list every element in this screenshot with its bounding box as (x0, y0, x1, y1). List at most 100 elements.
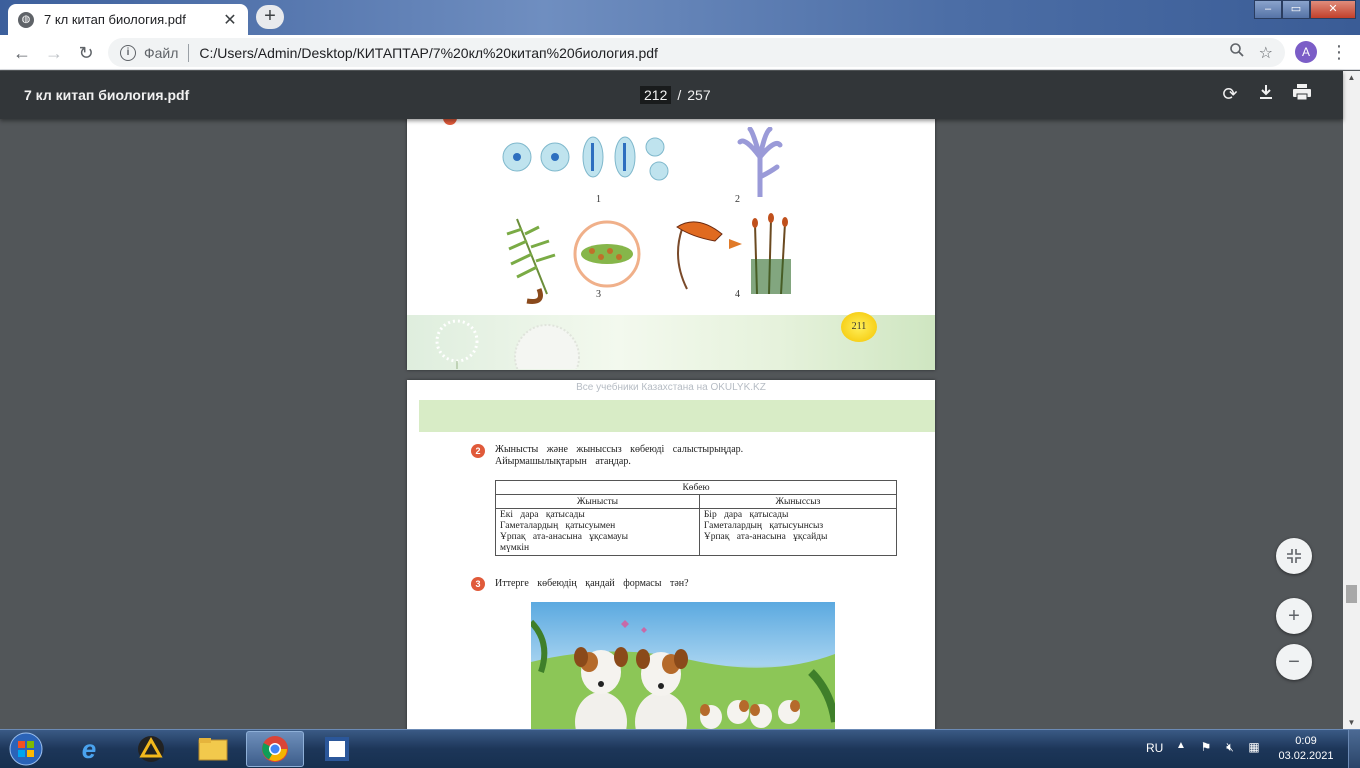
clock-date: 03.02.2021 (1278, 750, 1334, 762)
fern-illustration (506, 218, 641, 304)
flag-icon[interactable]: ⚑ (1198, 740, 1214, 756)
current-page-input[interactable]: 212 (640, 86, 672, 104)
show-desktop-button[interactable] (1348, 730, 1360, 768)
dandelion-illustration (435, 319, 479, 369)
browser-toolbar: ← → ↻ i Файл C:/Users/Admin/Desktop/КИТА… (0, 35, 1360, 70)
table-line: Бір дара қатысады (703, 510, 789, 520)
table-line: Гаметалардың қатысуымен (500, 521, 616, 531)
window-controls: – ▭ ✕ (1254, 0, 1356, 20)
volume-muted-icon[interactable]: 🔇︎ (1222, 740, 1238, 756)
reload-icon: ↻ (78, 43, 94, 63)
print-icon[interactable] (1291, 83, 1313, 105)
download-icon[interactable] (1255, 83, 1277, 105)
scrollbar-thumb[interactable] (1346, 585, 1357, 603)
figure-label-1: 1 (596, 194, 601, 205)
table-col-right: Жыныссыз (698, 494, 898, 509)
table-line: Ұрпақ ата-анасына ұқсамауы (500, 532, 629, 542)
pdf-page-current: Все учебники Казахстана на OKULYK.KZ 2 Ж… (407, 380, 935, 729)
pdf-viewer[interactable]: 1 2 3 4 211 Все учебники Казахстана на O… (0, 119, 1343, 729)
info-icon[interactable]: i (120, 44, 136, 61)
scheme-label: Файл (144, 44, 179, 61)
start-button[interactable] (4, 731, 48, 767)
dogs-illustration (531, 602, 835, 729)
zoom-icon[interactable] (1229, 42, 1245, 63)
taskbar-explorer[interactable] (184, 731, 242, 767)
language-indicator[interactable]: RU (1146, 741, 1163, 755)
table-header: Көбею (495, 480, 897, 495)
scroll-up-icon[interactable]: ▲ (1343, 73, 1360, 82)
clock[interactable]: 0:09 03.02.2021 (1276, 734, 1336, 764)
figure-label-3: 3 (596, 289, 601, 300)
question-2-line-2: Айырмашылықтарын атаңдар. (495, 456, 631, 467)
table-line: Екі дара қатысады (500, 510, 585, 520)
table-col-left: Жынысты (495, 494, 700, 509)
fit-to-page-icon (1287, 549, 1301, 563)
section-band (419, 400, 935, 432)
menu-icon[interactable]: ⋮ (1330, 41, 1348, 63)
tab-strip: ◍ 7 кл китап биология.pdf ✕ + – ▭ ✕ (0, 0, 1360, 35)
taskbar-chrome[interactable] (246, 731, 304, 767)
question-2-badge: 2 (471, 444, 485, 458)
tray-expand-icon[interactable]: ▲ (1176, 740, 1186, 751)
comparison-table: Көбею Жынысты Жыныссыз Екі дара қатысады… (495, 480, 898, 556)
figure-label-4: 4 (735, 289, 740, 300)
page-indicator: 212 / 257 (640, 86, 711, 104)
network-icon[interactable]: ▦ (1246, 740, 1262, 756)
forward-button[interactable]: → (42, 41, 66, 65)
close-window-button[interactable]: ✕ (1310, 0, 1356, 19)
zoom-in-button[interactable]: + (1276, 598, 1312, 634)
clock-time: 0:09 (1295, 735, 1317, 747)
total-pages: 257 (687, 87, 711, 103)
site-watermark: Все учебники Казахстана на OKULYK.KZ (576, 382, 766, 393)
taskbar-word[interactable] (308, 731, 366, 767)
question-badge (443, 119, 457, 125)
tab-title: 7 кл китап биология.pdf (44, 12, 186, 27)
table-line: мүмкін (500, 543, 530, 553)
minimize-button[interactable]: – (1254, 0, 1282, 19)
table-cell-left: Екі дара қатысады Гаметалардың қатысуыме… (495, 508, 700, 556)
internet-explorer-icon: e (81, 733, 97, 764)
fit-page-button[interactable] (1276, 538, 1312, 574)
maximize-button[interactable]: ▭ (1282, 0, 1310, 19)
globe-icon: ◍ (18, 11, 34, 28)
moss-illustration (676, 213, 791, 295)
pdf-page-previous: 1 2 3 4 211 (407, 119, 935, 370)
browser-tab[interactable]: ◍ 7 кл китап биология.pdf ✕ (8, 4, 248, 35)
reload-button[interactable]: ↻ (74, 41, 98, 65)
back-button[interactable]: ← (10, 41, 34, 65)
profile-avatar[interactable]: A (1295, 41, 1317, 63)
taskbar-app[interactable] (122, 731, 180, 767)
address-bar[interactable]: i Файл C:/Users/Admin/Desktop/КИТАПТАР/7… (108, 38, 1285, 67)
table-line: Гаметалардың қатысуынсыз (703, 521, 824, 531)
pdf-toolbar: 7 кл китап биология.pdf 212 / 257 ⟳ (0, 71, 1343, 119)
folder-icon (198, 738, 228, 761)
bookmark-star-icon[interactable]: ☆ (1259, 43, 1273, 63)
tab-close-button[interactable]: ✕ (222, 10, 238, 30)
cell-division-illustration (502, 136, 669, 181)
question-2-line-1: Жынысты және жыныссыз көбеюді салыстырың… (495, 444, 744, 455)
pdf-actions: ⟳ (1219, 83, 1313, 105)
table-line: Ұрпақ ата-анасына ұқсайды (703, 532, 828, 542)
hydra-illustration (737, 127, 783, 197)
question-3-text: Иттерге көбеюдің қандай формасы тән? (495, 578, 689, 589)
question-3-badge: 3 (471, 577, 485, 591)
app-triangle-icon (138, 736, 164, 762)
url-text[interactable]: C:/Users/Admin/Desktop/КИТАПТАР/7%20кл%2… (199, 45, 1214, 61)
chrome-icon (262, 736, 288, 762)
arrow-right-icon: → (45, 43, 63, 63)
rotate-icon[interactable]: ⟳ (1219, 83, 1241, 105)
figure-label-2: 2 (735, 194, 740, 205)
word-icon (325, 737, 349, 761)
windows-logo-icon (9, 732, 43, 766)
taskbar-ie[interactable]: e (60, 731, 118, 767)
table-cell-right: Бір дара қатысады Гаметалардың қатысуынс… (698, 508, 898, 556)
arrow-left-icon: ← (13, 43, 31, 63)
taskbar: e RU ▲ ⚑ 🔇︎ ▦ 0:09 03.02.2021 (0, 729, 1360, 768)
dandelion-illustration (514, 324, 580, 369)
pdf-title: 7 кл китап биология.pdf (24, 87, 190, 103)
page-separator: / (677, 87, 682, 103)
new-tab-button[interactable]: + (256, 5, 284, 29)
zoom-out-button[interactable]: − (1276, 644, 1312, 680)
scroll-down-icon[interactable]: ▼ (1343, 718, 1360, 727)
vertical-scrollbar[interactable]: ▲ ▼ (1343, 71, 1360, 729)
